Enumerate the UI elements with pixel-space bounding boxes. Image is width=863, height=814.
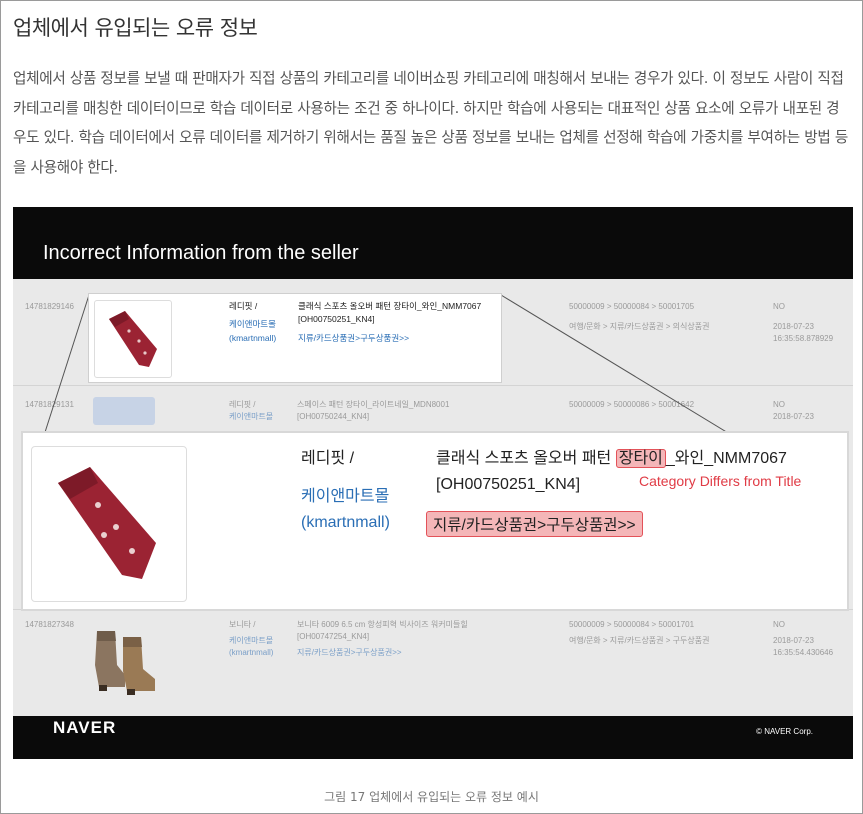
zoom-small-shop-cat: 지류/카드상품권>구두상품권>> [298,333,410,343]
zoom-detail-panel: 레디핏 / 케이앤마트몰 (kmartnmall) 클래식 스포츠 올오버 패턴… [21,431,849,611]
zoom-source-row: 레디핏 / 케이앤마트몰 (kmartnmall) 클래식 스포츠 올오버 패턴… [88,293,502,383]
zoom-title-code: [OH00750251_KN4] [436,476,581,493]
highlighted-keyword: 장타이 [615,449,666,468]
zoom-mall: 케이앤마트몰 [301,488,390,505]
figure-image: Incorrect Information from the seller 14… [13,207,853,759]
title-prefix: 클래식 스포츠 올오버 패턴 [436,450,612,467]
zoom-small-title-code: [OH00750251_KN4] [298,314,375,324]
zoom-small-mall: 케이앤마트몰 [229,319,276,329]
body-paragraph: 업체에서 상품 정보를 보낼 때 판매자가 직접 상품의 카테고리를 네이버쇼핑… [13,70,848,176]
zoom-small-seller: 레디핏 / [229,301,258,311]
naver-logo: NAVER [53,718,117,737]
zoom-mall-id: (kmartnmall) [301,514,390,531]
tie-thumbnail-small [94,300,172,378]
copyright-text: © NAVER Corp. [756,727,813,736]
tie-thumbnail-large [31,446,187,602]
zoom-small-title: 클래식 스포츠 올오버 패턴 장타이_와인_NMM7067 [298,301,482,311]
zoom-small-mall-id: (kmartnmall) [229,333,277,343]
error-note: Category Differs from Title [639,473,802,489]
title-suffix: _와인_NMM7067 [665,450,787,467]
zoom-product-title: 클래식 스포츠 올오버 패턴 장타이 _와인_NMM7067 [436,447,787,471]
section-heading: 업체에서 유입되는 오류 정보 [13,16,258,40]
zoom-seller: 레디핏 / [301,450,355,467]
figure-caption: 그림 17 업체에서 유입되는 오류 정보 예시 [324,790,539,804]
highlighted-shop-category: 지류/카드상품권>구두상품권>> [426,511,643,537]
